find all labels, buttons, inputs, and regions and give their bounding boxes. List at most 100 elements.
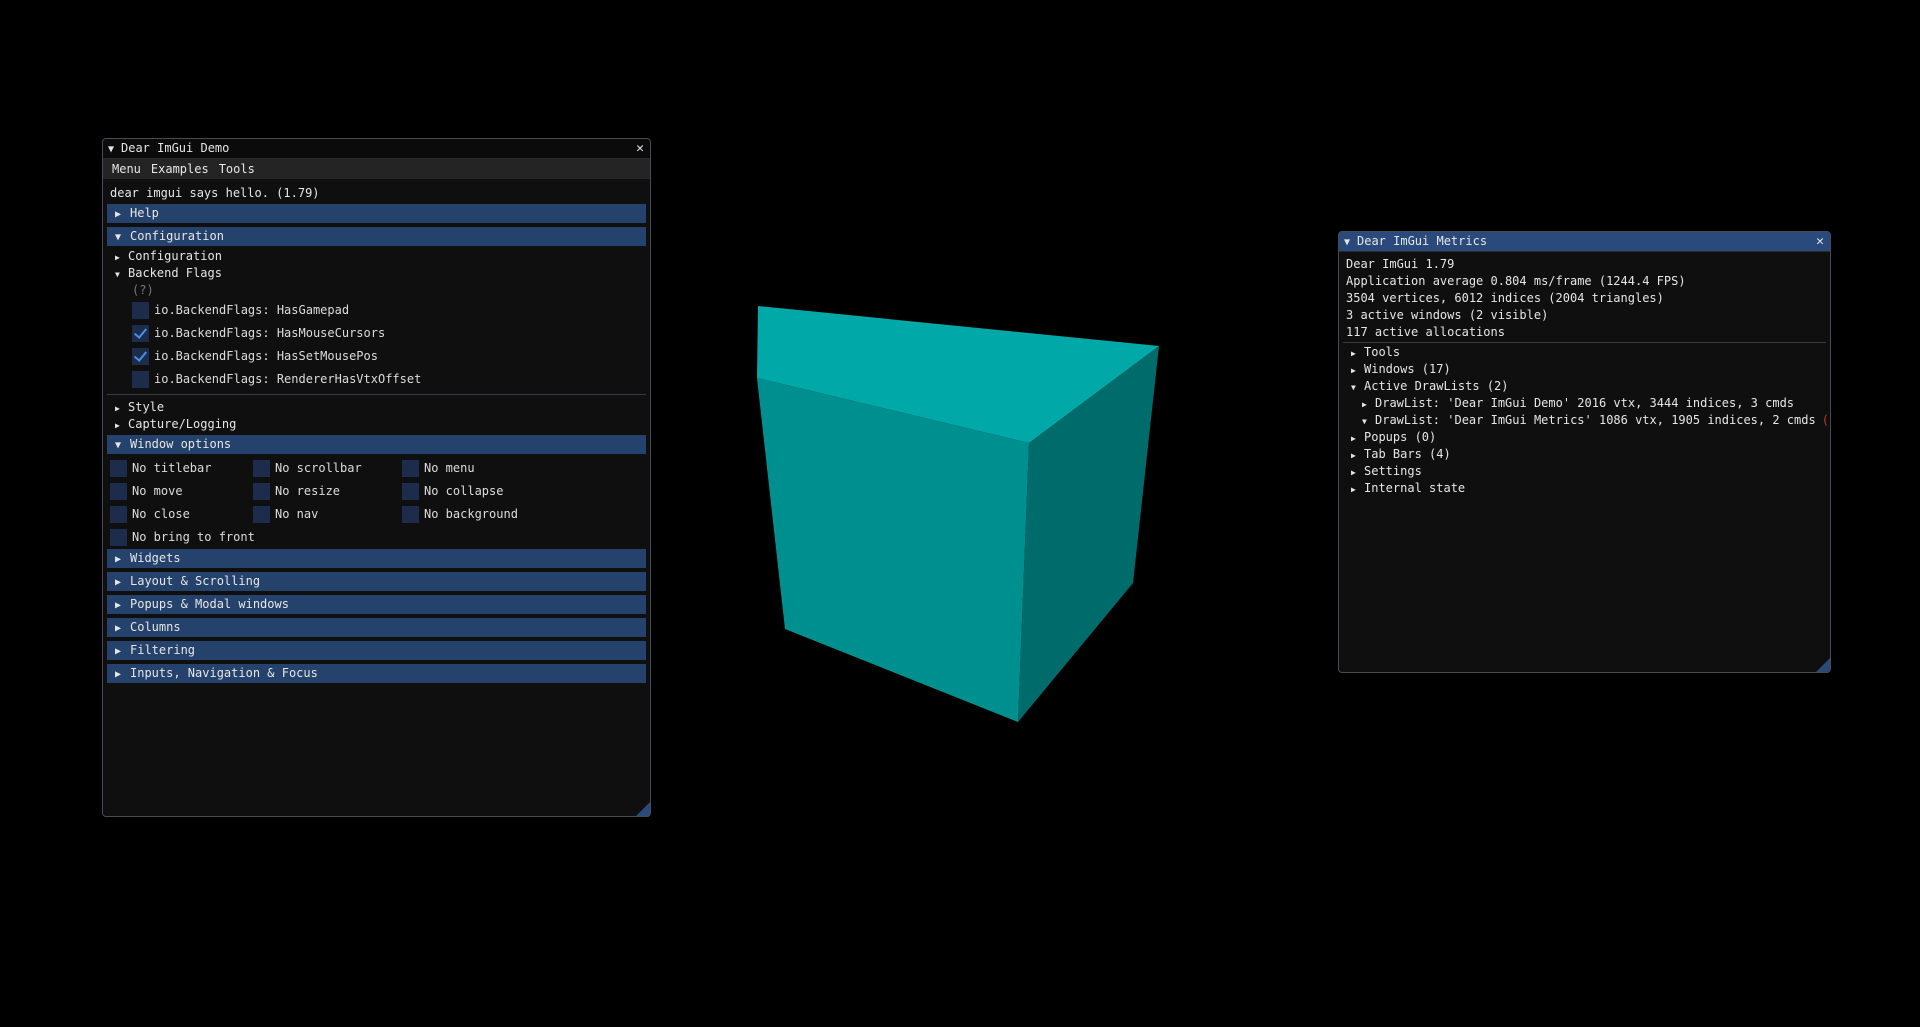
separator (1343, 342, 1826, 343)
collapsing-header[interactable]: ▶ Widgets (107, 549, 646, 568)
tree-node-label: Internal state (1364, 481, 1466, 495)
window-option[interactable]: No scrollbar (253, 457, 362, 480)
tree-node-label: Style (128, 400, 165, 414)
menu-item-menu[interactable]: Menu (107, 159, 146, 179)
window-option[interactable]: No close (110, 503, 190, 526)
collapsing-header[interactable]: ▶ Filtering (107, 641, 646, 660)
tree-node-label: DrawList: 'Dear ImGui Metrics' 1086 vtx,… (1375, 413, 1816, 427)
checkbox[interactable] (132, 302, 149, 319)
demo-titlebar[interactable]: ▼ Dear ImGui Demo ✕ (103, 139, 650, 159)
metrics-titlebar[interactable]: ▼ Dear ImGui Metrics ✕ (1339, 232, 1830, 252)
backend-flag-row[interactable]: io.BackendFlags: HasGamepad (132, 299, 646, 322)
checkbox-label: No bring to front (132, 530, 255, 544)
tree-node-capture-logging[interactable]: ▶ Capture/Logging (107, 416, 646, 433)
collapsing-header[interactable]: ▶ Popups & Modal windows (107, 595, 646, 614)
checkbox[interactable] (402, 460, 419, 477)
window-option[interactable]: No bring to front (110, 526, 255, 549)
checkbox[interactable] (132, 325, 149, 342)
metrics-line: 3504 vertices, 6012 indices (2004 triang… (1346, 291, 1664, 305)
tree-node-label: Configuration (128, 249, 222, 263)
arrow-down-icon: ▼ (115, 232, 122, 243)
tree-node-label: Popups (0) (1364, 430, 1437, 444)
window-option[interactable]: No menu (402, 457, 475, 480)
resize-grip[interactable] (1816, 658, 1830, 672)
checkbox[interactable] (402, 483, 419, 500)
checkbox[interactable] (110, 483, 127, 500)
checkbox[interactable] (253, 460, 270, 477)
help-marker[interactable]: (?) (107, 282, 646, 299)
demo-menubar: Menu Examples Tools (103, 159, 650, 179)
arrow-down-icon: ▼ (115, 270, 120, 279)
arrow-right-icon: ▶ (115, 421, 120, 430)
arrow-right-icon: ▶ (1351, 451, 1356, 460)
tree-node-label: Active DrawLists (2) (1364, 379, 1509, 393)
collapse-icon[interactable]: ▼ (108, 140, 121, 159)
checkbox[interactable] (110, 506, 127, 523)
checkbox-label: No nav (275, 507, 319, 521)
arrow-right-icon: ▶ (1351, 366, 1356, 375)
header-configuration[interactable]: ▼ Configuration (107, 227, 646, 246)
collapse-icon[interactable]: ▼ (1344, 233, 1357, 252)
collapsing-header[interactable]: ▶ Layout & Scrolling (107, 572, 646, 591)
checkbox[interactable] (253, 506, 270, 523)
checkbox[interactable] (132, 348, 149, 365)
arrow-right-icon: ▶ (115, 404, 120, 413)
arrow-right-icon: ▶ (115, 209, 122, 220)
menu-item-examples[interactable]: Examples (146, 159, 214, 179)
tree-node-popups[interactable]: ▶ Popups (0) (1343, 429, 1826, 446)
window-option[interactable]: No resize (253, 480, 340, 503)
checkbox[interactable] (132, 371, 149, 388)
tree-node-settings[interactable]: ▶ Settings (1343, 463, 1826, 480)
tree-node-windows[interactable]: ▶ Windows (17) (1343, 361, 1826, 378)
window-option[interactable]: No background (402, 503, 518, 526)
window-option[interactable]: No move (110, 480, 183, 503)
window-option[interactable]: No nav (253, 503, 318, 526)
collapsing-header[interactable]: ▶ Inputs, Navigation & Focus (107, 664, 646, 683)
checkbox[interactable] (110, 529, 127, 546)
tree-node-style[interactable]: ▶ Style (107, 399, 646, 416)
close-icon[interactable]: ✕ (636, 139, 644, 158)
checkbox-label: No move (132, 484, 183, 498)
backend-flag-row[interactable]: io.BackendFlags: RendererHasVtxOffset (132, 368, 646, 391)
window-option[interactable]: No titlebar (110, 457, 211, 480)
resize-grip[interactable] (636, 802, 650, 816)
arrow-down-icon: ▼ (115, 440, 122, 451)
arrow-right-icon: ▶ (1362, 400, 1367, 409)
hello-text: dear imgui says hello. (1.79) (110, 186, 320, 200)
close-icon[interactable]: ✕ (1816, 232, 1824, 251)
checkbox[interactable] (253, 483, 270, 500)
collapsing-header-label: Inputs, Navigation & Focus (130, 666, 318, 680)
menu-item-tools[interactable]: Tools (214, 159, 260, 179)
checkbox-label: No scrollbar (275, 461, 362, 475)
tree-node-tab-bars[interactable]: ▶ Tab Bars (4) (1343, 446, 1826, 463)
tree-node-configuration[interactable]: ▶ Configuration (107, 248, 646, 265)
arrow-right-icon: ▶ (1351, 434, 1356, 443)
header-window-options[interactable]: ▼ Window options (107, 435, 646, 454)
checkbox[interactable] (402, 506, 419, 523)
tree-node-drawlist-metrics[interactable]: ▼ DrawList: 'Dear ImGui Metrics' 1086 vtx… (1343, 412, 1829, 429)
checkbox-label: No menu (424, 461, 475, 475)
demo-window[interactable]: ▼ Dear ImGui Demo ✕ Menu Examples Tools dea… (102, 138, 651, 817)
tree-node-drawlist-demo[interactable]: ▶ DrawList: 'Dear ImGui Demo' 2016 vtx, 3… (1343, 395, 1826, 412)
backend-flags-list: io.BackendFlags: HasGamepad io.BackendFla… (107, 299, 646, 391)
window-option[interactable]: No collapse (402, 480, 503, 503)
header-window-options-label: Window options (130, 437, 232, 451)
checkbox-label: io.BackendFlags: HasGamepad (154, 303, 350, 317)
collapsing-header[interactable]: ▶ Columns (107, 618, 646, 637)
collapsing-header-label: Filtering (130, 643, 196, 657)
tree-node-tools[interactable]: ▶ Tools (1343, 344, 1826, 361)
arrow-down-icon: ▼ (1362, 417, 1367, 426)
checkbox[interactable] (110, 460, 127, 477)
arrow-right-icon: ▶ (1351, 485, 1356, 494)
truncated-icon: ( (1821, 413, 1829, 427)
tree-node-backend-flags[interactable]: ▼ Backend Flags (107, 265, 646, 282)
demo-title: Dear ImGui Demo (121, 141, 230, 155)
checkbox-label: io.BackendFlags: RendererHasVtxOffset (154, 372, 422, 386)
checkbox-label: No titlebar (132, 461, 212, 475)
metrics-window[interactable]: ▼ Dear ImGui Metrics ✕ Dear ImGui 1.79 Ap… (1338, 231, 1831, 673)
backend-flag-row[interactable]: io.BackendFlags: HasMouseCursors (132, 322, 646, 345)
tree-node-internal-state[interactable]: ▶ Internal state (1343, 480, 1826, 497)
tree-node-active-drawlists[interactable]: ▼ Active DrawLists (2) (1343, 378, 1826, 395)
header-help[interactable]: ▶ Help (107, 204, 646, 223)
backend-flag-row[interactable]: io.BackendFlags: HasSetMousePos (132, 345, 646, 368)
